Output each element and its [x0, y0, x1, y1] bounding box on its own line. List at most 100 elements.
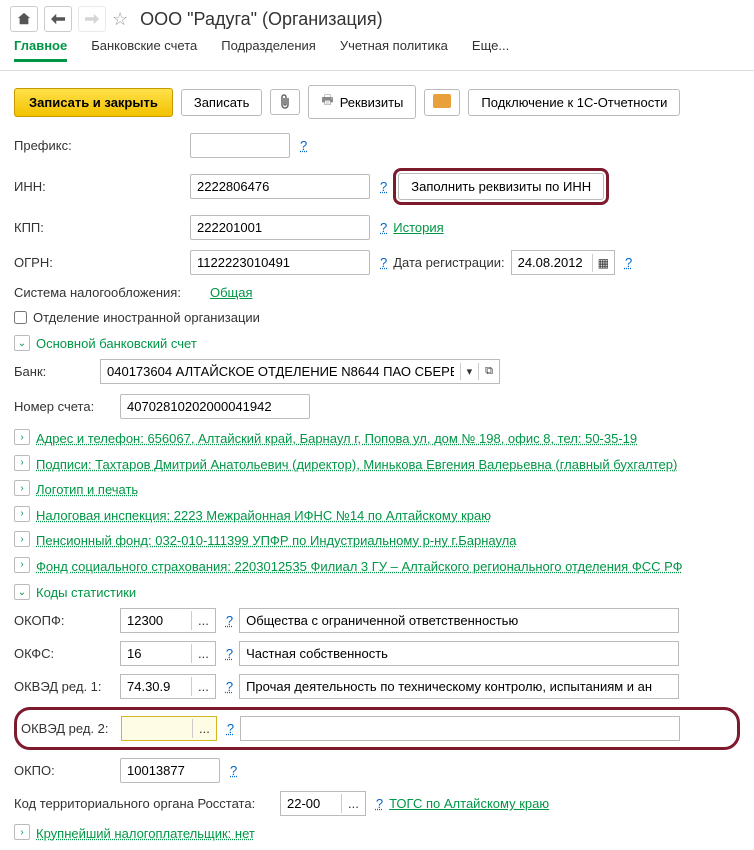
okved2-wrapper: ... — [121, 716, 217, 741]
home-button[interactable] — [10, 6, 38, 32]
tax-label: Система налогообложения: — [14, 285, 204, 300]
address-section[interactable]: Адрес и телефон: 656067, Алтайский край,… — [36, 429, 637, 449]
inn-input[interactable] — [190, 174, 370, 199]
okpo-input[interactable] — [120, 758, 220, 783]
okfs-help[interactable]: ? — [226, 646, 233, 661]
kpp-input[interactable] — [190, 215, 370, 240]
logo-section[interactable]: Логотип и печать — [36, 480, 138, 500]
tax-link[interactable]: Общая — [210, 285, 253, 300]
inn-label: ИНН: — [14, 179, 184, 194]
expand-icon[interactable]: › — [14, 455, 30, 471]
bank-input-wrapper: ▾ ⧉ — [100, 359, 500, 384]
okved2-input[interactable] — [122, 717, 192, 740]
inn-help[interactable]: ? — [380, 179, 387, 194]
kpp-help[interactable]: ? — [380, 220, 387, 235]
okopf-label: ОКОПФ: — [14, 613, 114, 628]
prefix-help[interactable]: ? — [300, 138, 307, 153]
okved1-help[interactable]: ? — [226, 679, 233, 694]
prefix-input[interactable] — [190, 133, 290, 158]
okved1-wrapper: ... — [120, 674, 216, 699]
okved2-help[interactable]: ? — [227, 721, 234, 736]
okved2-label: ОКВЭД ред. 2: — [21, 721, 115, 736]
back-button[interactable] — [44, 6, 72, 32]
okved1-input[interactable] — [121, 675, 191, 698]
chevron-down-icon: ⌄ — [14, 584, 30, 600]
printer-icon: 🖶 — [321, 91, 333, 113]
ogrn-label: ОГРН: — [14, 255, 184, 270]
expand-icon[interactable]: › — [14, 429, 30, 445]
bank-input[interactable] — [101, 360, 460, 383]
okopf-wrapper: ... — [120, 608, 216, 633]
okved2-select-icon[interactable]: ... — [192, 719, 216, 738]
foreign-checkbox[interactable] — [14, 311, 27, 324]
fill-inn-highlight: Заполнить реквизиты по ИНН — [393, 168, 609, 205]
toolbar: Записать и закрыть Записать 🖶 Реквизиты … — [0, 77, 754, 133]
rosstat-input[interactable] — [281, 792, 341, 815]
prefix-label: Префикс: — [14, 138, 184, 153]
okopf-select-icon[interactable]: ... — [191, 611, 215, 630]
tab-more[interactable]: Еще... — [472, 38, 509, 62]
okved1-desc[interactable] — [239, 674, 679, 699]
bank-section-label: Основной банковский счет — [36, 336, 197, 351]
reg-date-help[interactable]: ? — [625, 255, 632, 270]
bank-open-icon[interactable]: ⧉ — [478, 363, 499, 380]
okopf-help[interactable]: ? — [226, 613, 233, 628]
tab-bank[interactable]: Банковские счета — [91, 38, 197, 62]
togs-link[interactable]: ТОГС по Алтайскому краю — [389, 796, 549, 811]
chevron-down-icon: ⌄ — [14, 335, 30, 351]
history-link[interactable]: История — [393, 220, 443, 235]
expand-icon[interactable]: › — [14, 557, 30, 573]
ogrn-help[interactable]: ? — [380, 255, 387, 270]
okopf-desc[interactable] — [239, 608, 679, 633]
tab-main[interactable]: Главное — [14, 38, 67, 62]
kpp-label: КПП: — [14, 220, 184, 235]
okved1-label: ОКВЭД ред. 1: — [14, 679, 114, 694]
save-button[interactable]: Записать — [181, 89, 263, 116]
tax-office-section[interactable]: Налоговая инспекция: 2223 Межрайонная ИФ… — [36, 506, 491, 526]
save-close-button[interactable]: Записать и закрыть — [14, 88, 173, 117]
social-section[interactable]: Фонд социального страхования: 2203012535… — [36, 557, 683, 577]
bank-section-header[interactable]: ⌄ Основной банковский счет — [14, 335, 740, 351]
forward-button[interactable] — [78, 6, 106, 32]
okfs-label: ОКФС: — [14, 646, 114, 661]
star-icon[interactable]: ☆ — [112, 9, 128, 30]
details-label: Реквизиты — [340, 95, 404, 110]
okopf-input[interactable] — [121, 609, 191, 632]
okved2-desc[interactable] — [240, 716, 680, 741]
stats-section-label: Коды статистики — [36, 585, 136, 600]
tab-departments[interactable]: Подразделения — [221, 38, 316, 62]
okfs-wrapper: ... — [120, 641, 216, 666]
rosstat-help[interactable]: ? — [376, 796, 383, 811]
rosstat-select-icon[interactable]: ... — [341, 794, 365, 813]
attach-button[interactable] — [270, 89, 300, 115]
ogrn-input[interactable] — [190, 250, 370, 275]
paperclip-icon — [279, 94, 291, 110]
reg-date-input[interactable] — [512, 251, 592, 274]
okfs-desc[interactable] — [239, 641, 679, 666]
connect-button[interactable]: Подключение к 1С-Отчетности — [468, 89, 680, 116]
okpo-help[interactable]: ? — [230, 763, 237, 778]
mail-icon — [433, 94, 451, 108]
reg-date-box: ▦ — [511, 250, 615, 275]
stats-section-header[interactable]: ⌄ Коды статистики — [14, 584, 740, 600]
expand-icon[interactable]: › — [14, 480, 30, 496]
pension-section[interactable]: Пенсионный фонд: 032-010-111399 УПФР по … — [36, 531, 517, 551]
fill-inn-button[interactable]: Заполнить реквизиты по ИНН — [398, 173, 604, 200]
page-title: ООО "Радуга" (Организация) — [140, 9, 382, 30]
details-button[interactable]: 🖶 Реквизиты — [308, 85, 416, 119]
account-input[interactable] — [120, 394, 310, 419]
expand-icon[interactable]: › — [14, 531, 30, 547]
mail-button[interactable] — [424, 89, 460, 116]
taxpayer-section[interactable]: Крупнейший налогоплательщик: нет — [36, 824, 255, 844]
expand-icon[interactable]: › — [14, 824, 30, 840]
calendar-icon[interactable]: ▦ — [592, 254, 614, 272]
rosstat-label: Код территориального органа Росстата: — [14, 796, 274, 811]
tab-policy[interactable]: Учетная политика — [340, 38, 448, 62]
bank-dropdown-icon[interactable]: ▾ — [460, 363, 479, 380]
okfs-select-icon[interactable]: ... — [191, 644, 215, 663]
arrow-right-icon — [85, 13, 99, 25]
okved1-select-icon[interactable]: ... — [191, 677, 215, 696]
signatures-section[interactable]: Подписи: Тахтаров Дмитрий Анатольевич (д… — [36, 455, 677, 475]
okfs-input[interactable] — [121, 642, 191, 665]
expand-icon[interactable]: › — [14, 506, 30, 522]
